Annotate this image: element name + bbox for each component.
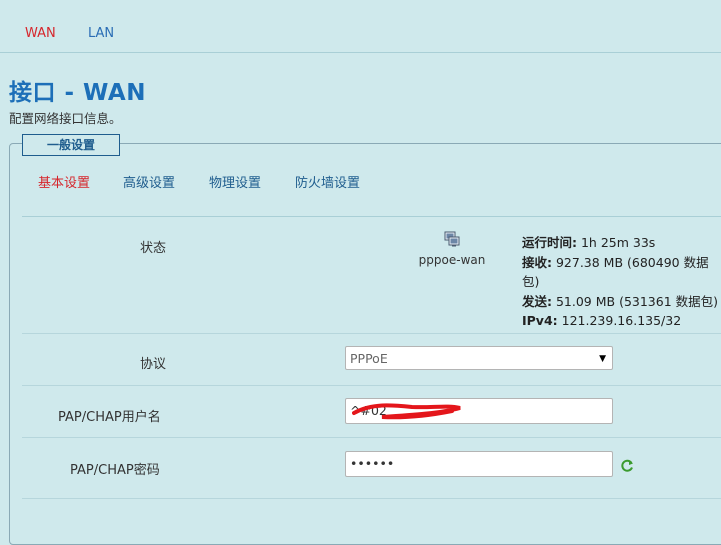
subtab-firewall[interactable]: 防火墙设置 — [295, 172, 360, 191]
ipv4-label: IPv4: — [522, 313, 558, 328]
redaction-scribble — [352, 403, 461, 420]
password-row: PAP/CHAP密码 •••••• — [22, 438, 721, 499]
tx-line: 发送: 51.09 MB (531361 数据包) — [522, 292, 721, 312]
tab-wan[interactable]: WAN — [25, 26, 56, 41]
tab-lan[interactable]: LAN — [88, 26, 114, 41]
refresh-icon[interactable] — [620, 459, 634, 473]
tx-label: 发送: — [522, 293, 552, 309]
tx-value: 51.09 MB (531361 数据包) — [552, 293, 719, 309]
interface-stats: 运行时间: 1h 25m 33s 接收: 927.38 MB (680490 数… — [522, 233, 721, 331]
password-value: •••••• — [350, 456, 395, 471]
ipv4-value: 121.239.16.135/32 — [557, 313, 682, 328]
rx-label: 接收: — [522, 254, 552, 270]
ipv4-line: IPv4: 121.239.16.135/32 — [522, 311, 721, 331]
status-row: 状态 pppoe-wan 运行时间: 1h 25m 33s 接收: 927.38… — [22, 217, 721, 334]
password-input[interactable]: •••••• — [345, 451, 613, 477]
interface-badge: pppoe-wan — [402, 231, 502, 267]
interface-name: pppoe-wan — [418, 253, 486, 267]
page-title: 接口 - WAN — [9, 80, 146, 106]
uptime-label: 运行时间: — [522, 235, 577, 250]
protocol-select[interactable]: PPPoE ▼ — [345, 346, 613, 370]
status-label: 状态 — [140, 241, 167, 256]
rx-line: 接收: 927.38 MB (680490 数据包) — [522, 253, 721, 292]
username-label: PAP/CHAP用户名 — [58, 410, 161, 425]
protocol-selected-value: PPPoE — [350, 351, 388, 366]
top-tab-bar: WAN LAN — [0, 0, 721, 53]
subtab-basic[interactable]: 基本设置 — [38, 172, 90, 191]
protocol-label: 协议 — [140, 357, 167, 372]
network-interface-icon — [444, 231, 460, 247]
subtab-physical[interactable]: 物理设置 — [209, 172, 261, 191]
page-description: 配置网络接口信息。 — [9, 111, 122, 126]
password-label: PAP/CHAP密码 — [70, 463, 160, 478]
settings-subtabs: 基本设置 高级设置 物理设置 防火墙设置 — [22, 160, 721, 217]
protocol-row: 协议 PPPoE ▼ — [22, 334, 721, 386]
uptime-value: 1h 25m 33s — [577, 235, 656, 250]
subtab-advanced[interactable]: 高级设置 — [123, 172, 175, 191]
uptime-line: 运行时间: 1h 25m 33s — [522, 233, 721, 253]
chevron-down-icon: ▼ — [599, 354, 606, 364]
section-legend: 一般设置 — [22, 134, 120, 156]
